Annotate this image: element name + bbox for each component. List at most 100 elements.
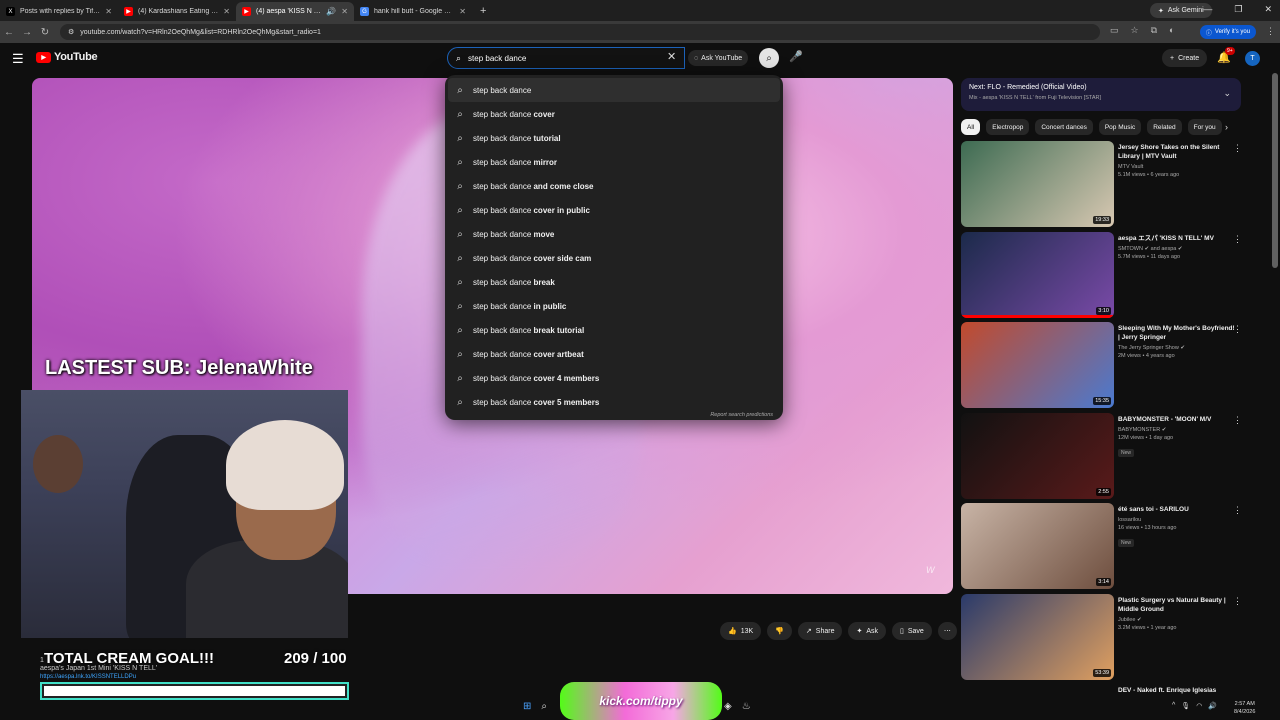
related-title[interactable]: Jersey Shore Takes on the Silent Library… [1118, 143, 1236, 161]
youtube-logo[interactable]: ▶ YouTube [36, 51, 98, 63]
tray-chevron-icon[interactable]: ^ [1172, 702, 1175, 710]
clear-search-icon[interactable]: ✕ [667, 50, 676, 63]
steam-icon[interactable]: ♨ [742, 701, 751, 712]
search-suggestion[interactable]: ⌕ step back dance break [445, 270, 783, 294]
chevron-right-icon[interactable]: › [1225, 122, 1228, 132]
back-icon[interactable]: ← [0, 27, 18, 38]
up-next-panel[interactable]: Next: FLO - Remedied (Official Video) Mi… [961, 78, 1241, 111]
bookmark-star-icon[interactable]: ☆ [1131, 25, 1139, 36]
related-title[interactable]: été sans toi - SARILOU [1118, 505, 1236, 514]
hamburger-menu-icon[interactable]: ☰ [12, 51, 24, 67]
more-vertical-icon[interactable]: ⋮ [1233, 234, 1242, 245]
video-thumbnail[interactable]: 2:55 [961, 413, 1114, 499]
filter-chip[interactable]: Concert dances [1035, 119, 1093, 135]
volume-icon[interactable]: 🔊 [1208, 702, 1217, 710]
search-suggestion[interactable]: ⌕ step back dance cover 5 members [445, 390, 783, 414]
search-suggestion[interactable]: ⌕ step back dance cover in public [445, 198, 783, 222]
tab-google-search[interactable]: G hank hill butt - Google Search ✕ [354, 2, 472, 21]
wifi-icon[interactable]: ◠ [1196, 702, 1202, 710]
taskbar-search-icon[interactable]: ⌕ [541, 701, 547, 712]
close-tab-icon[interactable]: ✕ [459, 7, 466, 16]
filter-chip[interactable]: Related [1147, 119, 1182, 135]
video-thumbnail[interactable]: 53:39 [961, 594, 1114, 680]
video-thumbnail[interactable]: 3:14 [961, 503, 1114, 589]
filter-chip[interactable]: Pop Music [1098, 119, 1142, 135]
related-title[interactable]: Sleeping With My Mother's Boyfriend! | J… [1118, 324, 1236, 342]
description-link[interactable]: https://aespa.lnk.to/KISSNTELLDPu [40, 674, 136, 680]
more-vertical-icon[interactable]: ⋮ [1233, 596, 1242, 607]
search-suggestion[interactable]: ⌕ step back dance and come close [445, 174, 783, 198]
share-button[interactable]: ↗ Share [797, 622, 843, 640]
search-suggestion[interactable]: ⌕ step back dance [448, 78, 780, 102]
windows-start-icon[interactable]: ⊞ [523, 701, 531, 712]
close-tab-icon[interactable]: ✕ [105, 7, 112, 16]
app-icon[interactable]: ◈ [724, 701, 732, 712]
verify-button[interactable]: ⓘ Verify it's you [1200, 25, 1256, 39]
related-channel[interactable]: lossarilou [1118, 517, 1236, 523]
extensions-icon[interactable]: ⧉ [1151, 25, 1157, 36]
related-video[interactable]: 3:10 aespa エスパ 'KISS N TELL' MV SMTOWN ✔ a… [961, 232, 1261, 320]
search-suggestion[interactable]: ⌕ step back dance break tutorial [445, 318, 783, 342]
video-thumbnail[interactable]: 15:35 [961, 322, 1114, 408]
search-button[interactable]: ⌕ [759, 48, 779, 68]
browser-menu-icon[interactable]: ⋮ [1266, 26, 1275, 37]
related-title[interactable]: Plastic Surgery vs Natural Beauty | Midd… [1118, 596, 1236, 614]
close-tab-icon[interactable]: ✕ [341, 7, 348, 16]
related-title[interactable]: BABYMONSTER - 'MOON' M/V [1118, 415, 1236, 424]
search-suggestion[interactable]: ⌕ step back dance cover side cam [445, 246, 783, 270]
ask-youtube-button[interactable]: ◌ Ask YouTube [688, 50, 749, 66]
tab-x-posts[interactable]: X Posts with replies by Tiffany Ja... ✕ [0, 2, 118, 21]
more-vertical-icon[interactable]: ⋮ [1233, 505, 1242, 516]
search-suggestion[interactable]: ⌕ step back dance cover [445, 102, 783, 126]
related-video[interactable]: 19:33 Jersey Shore Takes on the Silent Li… [961, 141, 1261, 229]
video-thumbnail[interactable]: 3:10 [961, 232, 1114, 318]
profile-icon[interactable]: ◐ [1169, 25, 1174, 36]
related-video[interactable]: 2:55 BABYMONSTER - 'MOON' M/V BABYMONSTER … [961, 413, 1261, 501]
more-vertical-icon[interactable]: ⋮ [1233, 324, 1242, 335]
site-info-icon[interactable]: ⚙ [68, 28, 74, 36]
tab-kardashians[interactable]: ▶ (4) Kardashians Eating Salads ✕ [118, 2, 236, 21]
speaker-icon[interactable]: 🔊 [326, 7, 336, 16]
dislike-button[interactable]: 👎 [767, 622, 792, 640]
filter-chip[interactable]: All [961, 119, 981, 135]
taskbar-clock[interactable]: 2:57 AM 8/4/2026 [1234, 700, 1255, 716]
microphone-icon[interactable]: 🎤 [789, 50, 803, 63]
cast-icon[interactable]: ▭ [1110, 25, 1119, 36]
ask-button[interactable]: ✦ Ask [848, 622, 887, 640]
more-vertical-icon[interactable]: ⋮ [1233, 415, 1242, 426]
search-suggestion[interactable]: ⌕ step back dance mirror [445, 150, 783, 174]
related-video-partial[interactable]: DEV - Naked ft. Enrique Iglesias [961, 684, 1261, 704]
video-thumbnail[interactable]: 19:33 [961, 141, 1114, 227]
filter-chip[interactable]: Electropop [986, 119, 1030, 135]
related-title[interactable]: aespa エスパ 'KISS N TELL' MV [1118, 234, 1236, 243]
related-channel[interactable]: SMTOWN ✔ and aespa ✔ [1118, 246, 1236, 252]
search-suggestion[interactable]: ⌕ step back dance move [445, 222, 783, 246]
search-input[interactable]: ⌕ step back dance [447, 47, 685, 69]
reload-icon[interactable]: ↻ [36, 27, 54, 38]
related-channel[interactable]: The Jerry Springer Show ✔ [1118, 345, 1236, 351]
chevron-down-icon[interactable]: ⌄ [1223, 88, 1231, 99]
filter-chip[interactable]: For you [1187, 119, 1222, 135]
address-bar[interactable]: ⚙ youtube.com/watch?v=HRln2OeQhMg&list=R… [60, 24, 1100, 40]
more-vertical-icon[interactable]: ⋮ [1233, 143, 1242, 154]
forward-icon[interactable]: → [18, 27, 36, 38]
search-suggestion[interactable]: ⌕ step back dance in public [445, 294, 783, 318]
search-suggestion[interactable]: ⌕ step back dance cover artbeat [445, 342, 783, 366]
tab-aespa[interactable]: ▶ (4) aespa 'KISS N TELL' from... 🔊 ✕ [236, 2, 354, 21]
related-channel[interactable]: Jubilee ✔ [1118, 617, 1236, 623]
mic-tray-icon[interactable]: 🎙 [1181, 702, 1190, 710]
related-video[interactable]: 3:14 été sans toi - SARILOU lossarilou 16 v… [961, 503, 1261, 591]
minimize-icon[interactable]: — [1203, 4, 1212, 15]
search-suggestion[interactable]: ⌕ step back dance tutorial [445, 126, 783, 150]
search-suggestion[interactable]: ⌕ step back dance cover 4 members [445, 366, 783, 390]
new-tab-icon[interactable]: + [472, 5, 494, 17]
more-actions-button[interactable]: ⋯ [937, 622, 957, 640]
like-button[interactable]: 👍 13K [720, 622, 762, 640]
related-channel[interactable]: MTV Vault [1118, 164, 1236, 170]
close-tab-icon[interactable]: ✕ [223, 7, 230, 16]
related-channel[interactable]: BABYMONSTER ✔ [1118, 427, 1236, 433]
related-video[interactable]: 53:39 Plastic Surgery vs Natural Beauty |… [961, 594, 1261, 682]
close-window-icon[interactable]: ✕ [1264, 4, 1272, 15]
create-button[interactable]: + Create [1162, 49, 1208, 67]
maximize-icon[interactable]: ❐ [1234, 4, 1242, 15]
